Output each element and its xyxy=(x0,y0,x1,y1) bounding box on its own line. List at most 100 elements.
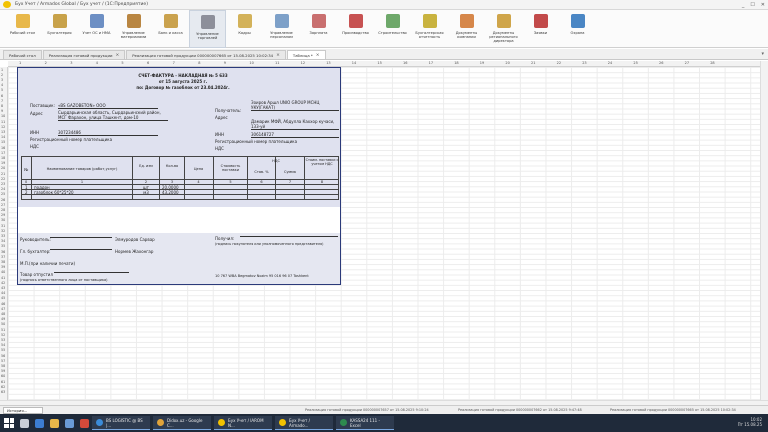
row-label[interactable]: 40 xyxy=(1,270,5,274)
tab[interactable]: Таблица * × xyxy=(286,50,326,59)
toolbar-item[interactable]: Строительство xyxy=(374,10,411,48)
row-label[interactable]: 14 xyxy=(1,135,5,139)
row-label[interactable]: 55 xyxy=(1,348,5,352)
file-explorer-icon[interactable] xyxy=(50,418,59,428)
toolbar-item[interactable]: Зарплата xyxy=(300,10,337,48)
column-label[interactable]: 11 xyxy=(275,61,279,65)
column-label[interactable]: 5 xyxy=(121,61,123,65)
column-label[interactable]: 17 xyxy=(429,61,433,65)
toolbar-item[interactable]: Производство xyxy=(337,10,374,48)
row-label[interactable]: 10 xyxy=(1,114,5,118)
row-label[interactable]: 41 xyxy=(1,276,5,280)
column-label[interactable]: 1 xyxy=(19,61,21,65)
toolbar-item[interactable]: Документы регионального директора xyxy=(485,10,522,48)
chrome-icon[interactable] xyxy=(80,418,89,428)
row-label[interactable]: 23 xyxy=(1,182,5,186)
row-label[interactable]: 9 xyxy=(1,109,3,113)
column-label[interactable]: 23 xyxy=(582,61,586,65)
close-button[interactable]: ✕ xyxy=(761,2,765,8)
row-label[interactable]: 18 xyxy=(1,156,5,160)
row-label[interactable]: 56 xyxy=(1,354,5,358)
row-label[interactable]: 35 xyxy=(1,244,5,248)
row-label[interactable]: 50 xyxy=(1,322,5,326)
row-label[interactable]: 59 xyxy=(1,369,5,373)
toolbar-item[interactable]: Управление материалами xyxy=(115,10,152,48)
row-label[interactable]: 26 xyxy=(1,198,5,202)
column-label[interactable]: 8 xyxy=(198,61,200,65)
column-label[interactable]: 4 xyxy=(96,61,98,65)
row-label[interactable]: 61 xyxy=(1,380,5,384)
row-label[interactable]: 51 xyxy=(1,328,5,332)
row-label[interactable]: 45 xyxy=(1,296,5,300)
taskbar-app[interactable]: Didox.uz - Google C... xyxy=(153,416,211,430)
column-label[interactable]: 6 xyxy=(147,61,149,65)
maximize-button[interactable]: ☐ xyxy=(750,2,754,8)
column-label[interactable]: 16 xyxy=(403,61,407,65)
system-clock[interactable]: 10:02 Пт 15.08.25 xyxy=(738,417,762,427)
row-label[interactable]: 31 xyxy=(1,224,5,228)
tab[interactable]: Реализация готовой продукции × xyxy=(42,50,126,59)
row-label[interactable]: 2 xyxy=(1,73,3,77)
row-label[interactable]: 4 xyxy=(1,83,3,87)
column-label[interactable]: 14 xyxy=(352,61,356,65)
column-label[interactable]: 19 xyxy=(480,61,484,65)
column-label[interactable]: 24 xyxy=(608,61,612,65)
row-label[interactable]: 38 xyxy=(1,260,5,264)
row-label[interactable]: 13 xyxy=(1,130,5,134)
row-label[interactable]: 21 xyxy=(1,172,5,176)
toolbar-item[interactable]: Рабочий стол xyxy=(4,10,41,48)
toolbar-item[interactable]: Заявки xyxy=(522,10,559,48)
history-link[interactable]: Реализация готовой продукции 00000000765… xyxy=(305,408,429,412)
close-tab-icon[interactable]: × xyxy=(316,53,320,58)
column-label[interactable]: 27 xyxy=(685,61,689,65)
close-tab-icon[interactable]: × xyxy=(276,53,280,58)
toolbar-item[interactable]: Банк и касса xyxy=(152,10,189,48)
row-label[interactable]: 20 xyxy=(1,166,5,170)
row-label[interactable]: 27 xyxy=(1,203,5,207)
history-button[interactable]: История... xyxy=(3,407,43,414)
tabs-menu-icon[interactable]: ▾ xyxy=(761,51,764,57)
row-label[interactable]: 5 xyxy=(1,88,3,92)
row-label[interactable]: 32 xyxy=(1,229,5,233)
column-label[interactable]: 26 xyxy=(659,61,663,65)
close-tab-icon[interactable]: × xyxy=(115,53,119,58)
row-label[interactable]: 49 xyxy=(1,317,5,321)
taskbar-app[interactable]: BS LOGISTIC @ BS |... xyxy=(92,416,150,430)
tab[interactable]: Рабочий стол xyxy=(3,50,42,59)
column-label[interactable]: 28 xyxy=(710,61,714,65)
column-label[interactable]: 20 xyxy=(505,61,509,65)
row-label[interactable]: 16 xyxy=(1,146,5,150)
row-label[interactable]: 15 xyxy=(1,140,5,144)
column-label[interactable]: 13 xyxy=(326,61,330,65)
column-label[interactable]: 2 xyxy=(45,61,47,65)
column-label[interactable]: 15 xyxy=(377,61,381,65)
row-label[interactable]: 36 xyxy=(1,250,5,254)
row-label[interactable]: 46 xyxy=(1,302,5,306)
column-label[interactable]: 21 xyxy=(531,61,535,65)
taskbar-app[interactable]: Бух Учет / Armado... xyxy=(275,416,333,430)
mail-icon[interactable] xyxy=(65,418,74,428)
minimize-button[interactable]: _ xyxy=(742,2,745,8)
row-label[interactable]: 28 xyxy=(1,208,5,212)
toolbar-item[interactable]: Управление персоналом xyxy=(263,10,300,48)
column-label[interactable]: 12 xyxy=(301,61,305,65)
row-label[interactable]: 7 xyxy=(1,99,3,103)
history-link[interactable]: Реализация готовой продукции 00000000766… xyxy=(610,408,736,412)
row-label[interactable]: 57 xyxy=(1,359,5,363)
row-label[interactable]: 60 xyxy=(1,374,5,378)
row-label[interactable]: 54 xyxy=(1,343,5,347)
row-label[interactable]: 47 xyxy=(1,307,5,311)
row-label[interactable]: 22 xyxy=(1,177,5,181)
row-label[interactable]: 1 xyxy=(1,68,3,72)
tab[interactable]: Реализация готовой продукции 00000000766… xyxy=(126,50,286,59)
history-link[interactable]: Реализация готовой продукции 00000000766… xyxy=(458,408,582,412)
row-label[interactable]: 43 xyxy=(1,286,5,290)
taskbar-app[interactable]: KASSA24 111 - Excel xyxy=(336,416,394,430)
row-label[interactable]: 25 xyxy=(1,192,5,196)
row-label[interactable]: 48 xyxy=(1,312,5,316)
toolbar-item[interactable]: Документы компании xyxy=(448,10,485,48)
row-label[interactable]: 42 xyxy=(1,281,5,285)
row-label[interactable]: 53 xyxy=(1,338,5,342)
column-label[interactable]: 22 xyxy=(557,61,561,65)
row-label[interactable]: 8 xyxy=(1,104,3,108)
